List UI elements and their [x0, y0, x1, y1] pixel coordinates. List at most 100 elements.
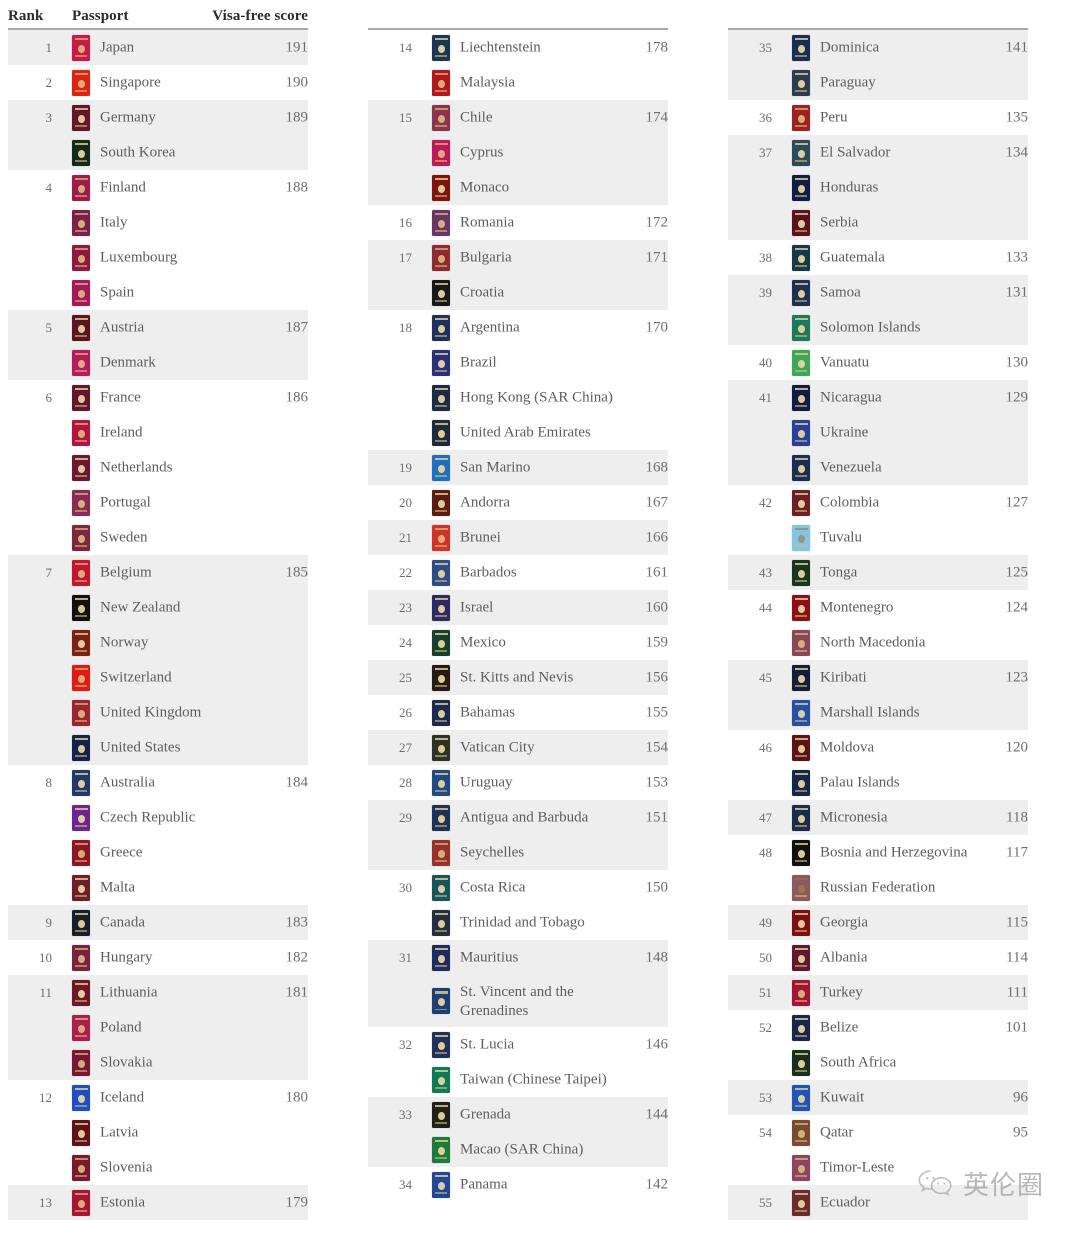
table-row[interactable]: 44 Montenegro 124	[728, 590, 1028, 625]
table-row[interactable]: Palau Islands	[728, 765, 1028, 800]
table-row[interactable]: 49 Georgia 115	[728, 905, 1028, 940]
table-row[interactable]: 3 Germany 189	[8, 100, 308, 135]
table-row[interactable]: Trinidad and Tobago	[368, 905, 668, 940]
table-row[interactable]: 46 Moldova 120	[728, 730, 1028, 765]
table-row[interactable]: Slovakia	[8, 1045, 308, 1080]
table-row[interactable]: Venezuela	[728, 450, 1028, 485]
table-row[interactable]: Czech Republic	[8, 800, 308, 835]
table-row[interactable]: 48 Bosnia and Herzegovina 117	[728, 835, 1028, 870]
table-row[interactable]: South Korea	[8, 135, 308, 170]
table-row[interactable]: Taiwan (Chinese Taipei)	[368, 1062, 668, 1097]
table-row[interactable]: 23 Israel 160	[368, 590, 668, 625]
table-row[interactable]: Spain	[8, 275, 308, 310]
table-row[interactable]: 17 Bulgaria 171	[368, 240, 668, 275]
table-row[interactable]: Hong Kong (SAR China)	[368, 380, 668, 415]
table-row[interactable]: 16 Romania 172	[368, 205, 668, 240]
table-row[interactable]: 30 Costa Rica 150	[368, 870, 668, 905]
table-row[interactable]: 28 Uruguay 153	[368, 765, 668, 800]
table-row[interactable]: Cyprus	[368, 135, 668, 170]
table-row[interactable]: Malaysia	[368, 65, 668, 100]
table-row[interactable]: Seychelles	[368, 835, 668, 870]
table-row[interactable]: Croatia	[368, 275, 668, 310]
table-row[interactable]: 12 Iceland 180	[8, 1080, 308, 1115]
table-row[interactable]: 9 Canada 183	[8, 905, 308, 940]
table-row[interactable]: Ukraine	[728, 415, 1028, 450]
table-row[interactable]: New Zealand	[8, 590, 308, 625]
table-row[interactable]: 4 Finland 188	[8, 170, 308, 205]
table-row[interactable]: Timor-Leste	[728, 1150, 1028, 1185]
table-row[interactable]: 14 Liechtenstein 178	[368, 30, 668, 65]
table-row[interactable]: Marshall Islands	[728, 695, 1028, 730]
table-row[interactable]: 18 Argentina 170	[368, 310, 668, 345]
table-row[interactable]: Monaco	[368, 170, 668, 205]
table-row[interactable]: 55 Ecuador	[728, 1185, 1028, 1220]
table-row[interactable]: 35 Dominica 141	[728, 30, 1028, 65]
table-row[interactable]: 42 Colombia 127	[728, 485, 1028, 520]
table-row[interactable]: 29 Antigua and Barbuda 151	[368, 800, 668, 835]
table-row[interactable]: Paraguay	[728, 65, 1028, 100]
table-row[interactable]: 51 Turkey 111	[728, 975, 1028, 1010]
table-row[interactable]: 24 Mexico 159	[368, 625, 668, 660]
table-row[interactable]: Norway	[8, 625, 308, 660]
table-row[interactable]: Greece	[8, 835, 308, 870]
table-row[interactable]: Russian Federation	[728, 870, 1028, 905]
table-row[interactable]: Portugal	[8, 485, 308, 520]
table-row[interactable]: United States	[8, 730, 308, 765]
table-row[interactable]: 5 Austria 187	[8, 310, 308, 345]
table-row[interactable]: Solomon Islands	[728, 310, 1028, 345]
table-row[interactable]: 43 Tonga 125	[728, 555, 1028, 590]
table-row[interactable]: 31 Mauritius 148	[368, 940, 668, 975]
table-row[interactable]: 27 Vatican City 154	[368, 730, 668, 765]
table-row[interactable]: Luxembourg	[8, 240, 308, 275]
table-row[interactable]: 33 Grenada 144	[368, 1097, 668, 1132]
table-row[interactable]: 52 Belize 101	[728, 1010, 1028, 1045]
table-row[interactable]: 54 Qatar 95	[728, 1115, 1028, 1150]
table-row[interactable]: 8 Australia 184	[8, 765, 308, 800]
table-row[interactable]: 45 Kiribati 123	[728, 660, 1028, 695]
table-row[interactable]: United Kingdom	[8, 695, 308, 730]
table-row[interactable]: 1 Japan 191	[8, 30, 308, 65]
table-row[interactable]: Macao (SAR China)	[368, 1132, 668, 1167]
table-row[interactable]: 38 Guatemala 133	[728, 240, 1028, 275]
table-row[interactable]: Denmark	[8, 345, 308, 380]
table-row[interactable]: 2 Singapore 190	[8, 65, 308, 100]
table-row[interactable]: Italy	[8, 205, 308, 240]
table-row[interactable]: South Africa	[728, 1045, 1028, 1080]
table-row[interactable]: Netherlands	[8, 450, 308, 485]
table-row[interactable]: Latvia	[8, 1115, 308, 1150]
table-row[interactable]: 15 Chile 174	[368, 100, 668, 135]
table-row[interactable]: 7 Belgium 185	[8, 555, 308, 590]
table-row[interactable]: Malta	[8, 870, 308, 905]
table-row[interactable]: 36 Peru 135	[728, 100, 1028, 135]
table-row[interactable]: Ireland	[8, 415, 308, 450]
table-row[interactable]: 22 Barbados 161	[368, 555, 668, 590]
table-row[interactable]: Poland	[8, 1010, 308, 1045]
table-row[interactable]: Tuvalu	[728, 520, 1028, 555]
table-row[interactable]: 21 Brunei 166	[368, 520, 668, 555]
table-row[interactable]: 39 Samoa 131	[728, 275, 1028, 310]
table-row[interactable]: 25 St. Kitts and Nevis 156	[368, 660, 668, 695]
table-row[interactable]: 47 Micronesia 118	[728, 800, 1028, 835]
table-row[interactable]: 19 San Marino 168	[368, 450, 668, 485]
table-row[interactable]: 32 St. Lucia 146	[368, 1027, 668, 1062]
table-row[interactable]: 26 Bahamas 155	[368, 695, 668, 730]
table-row[interactable]: 50 Albania 114	[728, 940, 1028, 975]
table-row[interactable]: 40 Vanuatu 130	[728, 345, 1028, 380]
table-row[interactable]: 11 Lithuania 181	[8, 975, 308, 1010]
table-row[interactable]: 34 Panama 142	[368, 1167, 668, 1202]
table-row[interactable]: Brazil	[368, 345, 668, 380]
table-row[interactable]: Switzerland	[8, 660, 308, 695]
table-row[interactable]: North Macedonia	[728, 625, 1028, 660]
table-row[interactable]: Serbia	[728, 205, 1028, 240]
table-row[interactable]: 10 Hungary 182	[8, 940, 308, 975]
table-row[interactable]: 6 France 186	[8, 380, 308, 415]
table-row[interactable]: Honduras	[728, 170, 1028, 205]
table-row[interactable]: 20 Andorra 167	[368, 485, 668, 520]
table-row[interactable]: St. Vincent and the Grenadines	[368, 975, 668, 1027]
table-row[interactable]: 41 Nicaragua 129	[728, 380, 1028, 415]
table-row[interactable]: United Arab Emirates	[368, 415, 668, 450]
table-row[interactable]: Slovenia	[8, 1150, 308, 1185]
table-row[interactable]: 53 Kuwait 96	[728, 1080, 1028, 1115]
table-row[interactable]: Sweden	[8, 520, 308, 555]
table-row[interactable]: 13 Estonia 179	[8, 1185, 308, 1220]
